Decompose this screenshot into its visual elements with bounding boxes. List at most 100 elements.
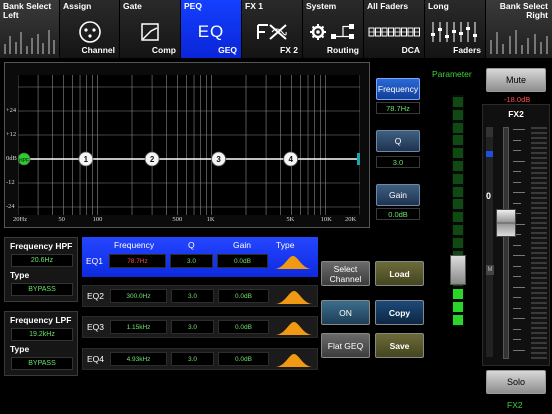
meter-cell	[453, 122, 463, 133]
lpf-point[interactable]	[357, 153, 360, 165]
flat-geq-button[interactable]: Flat GEQ	[321, 333, 370, 358]
meter-cell	[453, 161, 463, 171]
tab-fx1-bottom-label: FX 2	[280, 45, 298, 55]
fader-tick	[513, 150, 521, 151]
fader-tick	[513, 349, 525, 351]
solo-button[interactable]: Solo	[486, 370, 546, 394]
lpf-type-label: Type	[10, 344, 30, 354]
hpf-title: Frequency HPF	[10, 241, 73, 251]
xlr-connector-icon	[60, 20, 119, 44]
fader-tick	[513, 339, 521, 340]
eq2-row[interactable]: EQ2 300.0Hz 3.0 0.0dB	[82, 285, 318, 307]
eq4-q-value[interactable]: 3.0	[171, 352, 214, 366]
eq-header-q: Q	[188, 240, 195, 250]
bank-select-right-button[interactable]: Bank Select Right	[486, 0, 552, 58]
eq-band-point-4[interactable]: 4	[283, 151, 299, 167]
x-axis-label: 100	[92, 216, 103, 223]
eq4-frequency-value[interactable]: 4.93kHz	[110, 352, 167, 366]
eq1-frequency-value[interactable]: 78.7Hz	[109, 254, 166, 268]
fader-scale-zero: 0	[486, 191, 492, 201]
fx-icon	[242, 20, 302, 44]
eq2-gain-value[interactable]: 0.0dB	[218, 289, 269, 303]
eq1-name: EQ1	[86, 256, 104, 266]
eq2-frequency-value[interactable]: 300.0Hz	[110, 289, 167, 303]
frequency-param-value: 78.7Hz	[376, 102, 420, 114]
save-button[interactable]: Save	[375, 333, 424, 358]
tab-all-faders[interactable]: All Faders DCA	[364, 0, 425, 58]
tab-assign[interactable]: Assign Channel	[60, 0, 120, 58]
x-axis-label: 50	[58, 216, 65, 223]
lpf-type-value[interactable]: BYPASS	[11, 357, 73, 370]
fader-ticks	[513, 129, 525, 355]
copy-button[interactable]: Copy	[375, 300, 424, 325]
fader-tick	[513, 318, 525, 319]
tab-peq[interactable]: PEQ EQ GEQ	[181, 0, 242, 58]
gain-param-button[interactable]: Gain	[376, 184, 420, 206]
select-channel-button[interactable]: Select Channel	[321, 261, 370, 286]
bank-left-bars-icon	[4, 28, 55, 54]
mute-button[interactable]: Mute	[486, 68, 546, 92]
eq2-bell-type-icon[interactable]	[275, 289, 313, 305]
lpf-frequency-value[interactable]: 19.2kHz	[11, 328, 73, 341]
eq3-q-value[interactable]: 3.0	[171, 320, 214, 334]
tab-all-faders-top-label: All Faders	[367, 1, 409, 11]
eq-band-point-1[interactable]: 1	[78, 151, 94, 167]
tab-fx1[interactable]: FX 1 FX 2	[242, 0, 303, 58]
x-axis-label: 500	[172, 216, 183, 223]
eq-header-frequency: Frequency	[114, 240, 155, 250]
top-bar: Bank Select Left Assign Channel Gate Com…	[0, 0, 552, 58]
meter-cell	[453, 212, 463, 223]
band-point-label: 2	[150, 155, 155, 164]
parameter-encoder-knob[interactable]	[450, 255, 466, 285]
fader-cap[interactable]	[496, 208, 516, 237]
fader-tick	[513, 181, 521, 183]
meter-cell	[453, 237, 463, 248]
lpf-title: Frequency LPF	[10, 315, 72, 325]
bank-select-left-label: Bank Select Left	[3, 1, 52, 20]
channel-level-meter	[486, 127, 493, 357]
eq4-name: EQ4	[87, 354, 105, 364]
fader-marker: M	[486, 265, 494, 275]
tab-gate[interactable]: Gate Comp	[120, 0, 181, 58]
eq3-frequency-value[interactable]: 1.15kHz	[110, 320, 167, 334]
channel-level-readout: -18.0dB	[504, 95, 531, 104]
channel-name: FX2	[508, 109, 524, 119]
q-param-value: 3.0	[376, 156, 420, 168]
eq4-gain-value[interactable]: 0.0dB	[218, 352, 269, 366]
q-param-button[interactable]: Q	[376, 130, 420, 152]
eq-band-point-2[interactable]: 2	[144, 151, 160, 167]
tab-system-top-label: System	[306, 1, 337, 11]
gain-param-value: 0.0dB	[376, 208, 420, 220]
fader-tick	[513, 139, 521, 141]
hpf-type-value[interactable]: BYPASS	[11, 283, 73, 296]
hpf-point[interactable]: HPF	[18, 152, 31, 166]
eq2-q-value[interactable]: 3.0	[171, 289, 214, 303]
eq1-bell-type-icon[interactable]	[274, 254, 312, 270]
tab-system[interactable]: System Routing	[303, 0, 364, 58]
eq2-name: EQ2	[87, 291, 105, 301]
eq3-row[interactable]: EQ3 1.15kHz 3.0 0.0dB	[82, 316, 318, 338]
eq3-bell-type-icon[interactable]	[275, 320, 313, 336]
fader-tick	[513, 160, 525, 162]
frequency-param-button[interactable]: Frequency	[376, 78, 420, 100]
load-button[interactable]: Load	[375, 261, 424, 286]
bank-select-left-button[interactable]: Bank Select Left	[0, 0, 60, 58]
on-button[interactable]: ON	[321, 300, 370, 325]
hpf-panel: Frequency HPF 20.6Hz Type BYPASS	[4, 237, 78, 302]
eq-band-point-3[interactable]: 3	[211, 151, 227, 167]
eq4-row[interactable]: EQ4 4.93kHz 3.0 0.0dB	[82, 348, 318, 370]
fader-tick	[513, 129, 525, 130]
x-axis-label: 1K	[206, 216, 215, 223]
tab-long[interactable]: Long Faders	[425, 0, 486, 58]
band-point-label: 1	[84, 155, 89, 164]
fader-tick	[513, 276, 521, 277]
fader-tick	[513, 171, 521, 172]
eq1-gain-value[interactable]: 0.0dB	[217, 254, 268, 268]
hpf-frequency-value[interactable]: 20.6Hz	[11, 254, 73, 267]
eq-response-graph[interactable]: HPF 1 2 3 4	[18, 75, 360, 215]
eq1-row[interactable]: EQ1 78.7Hz 3.0 0.0dB	[82, 251, 318, 273]
fader-scale-bars	[531, 127, 547, 359]
eq1-q-value[interactable]: 3.0	[170, 254, 213, 268]
eq4-bell-type-icon[interactable]	[275, 352, 313, 368]
eq3-gain-value[interactable]: 0.0dB	[218, 320, 269, 334]
